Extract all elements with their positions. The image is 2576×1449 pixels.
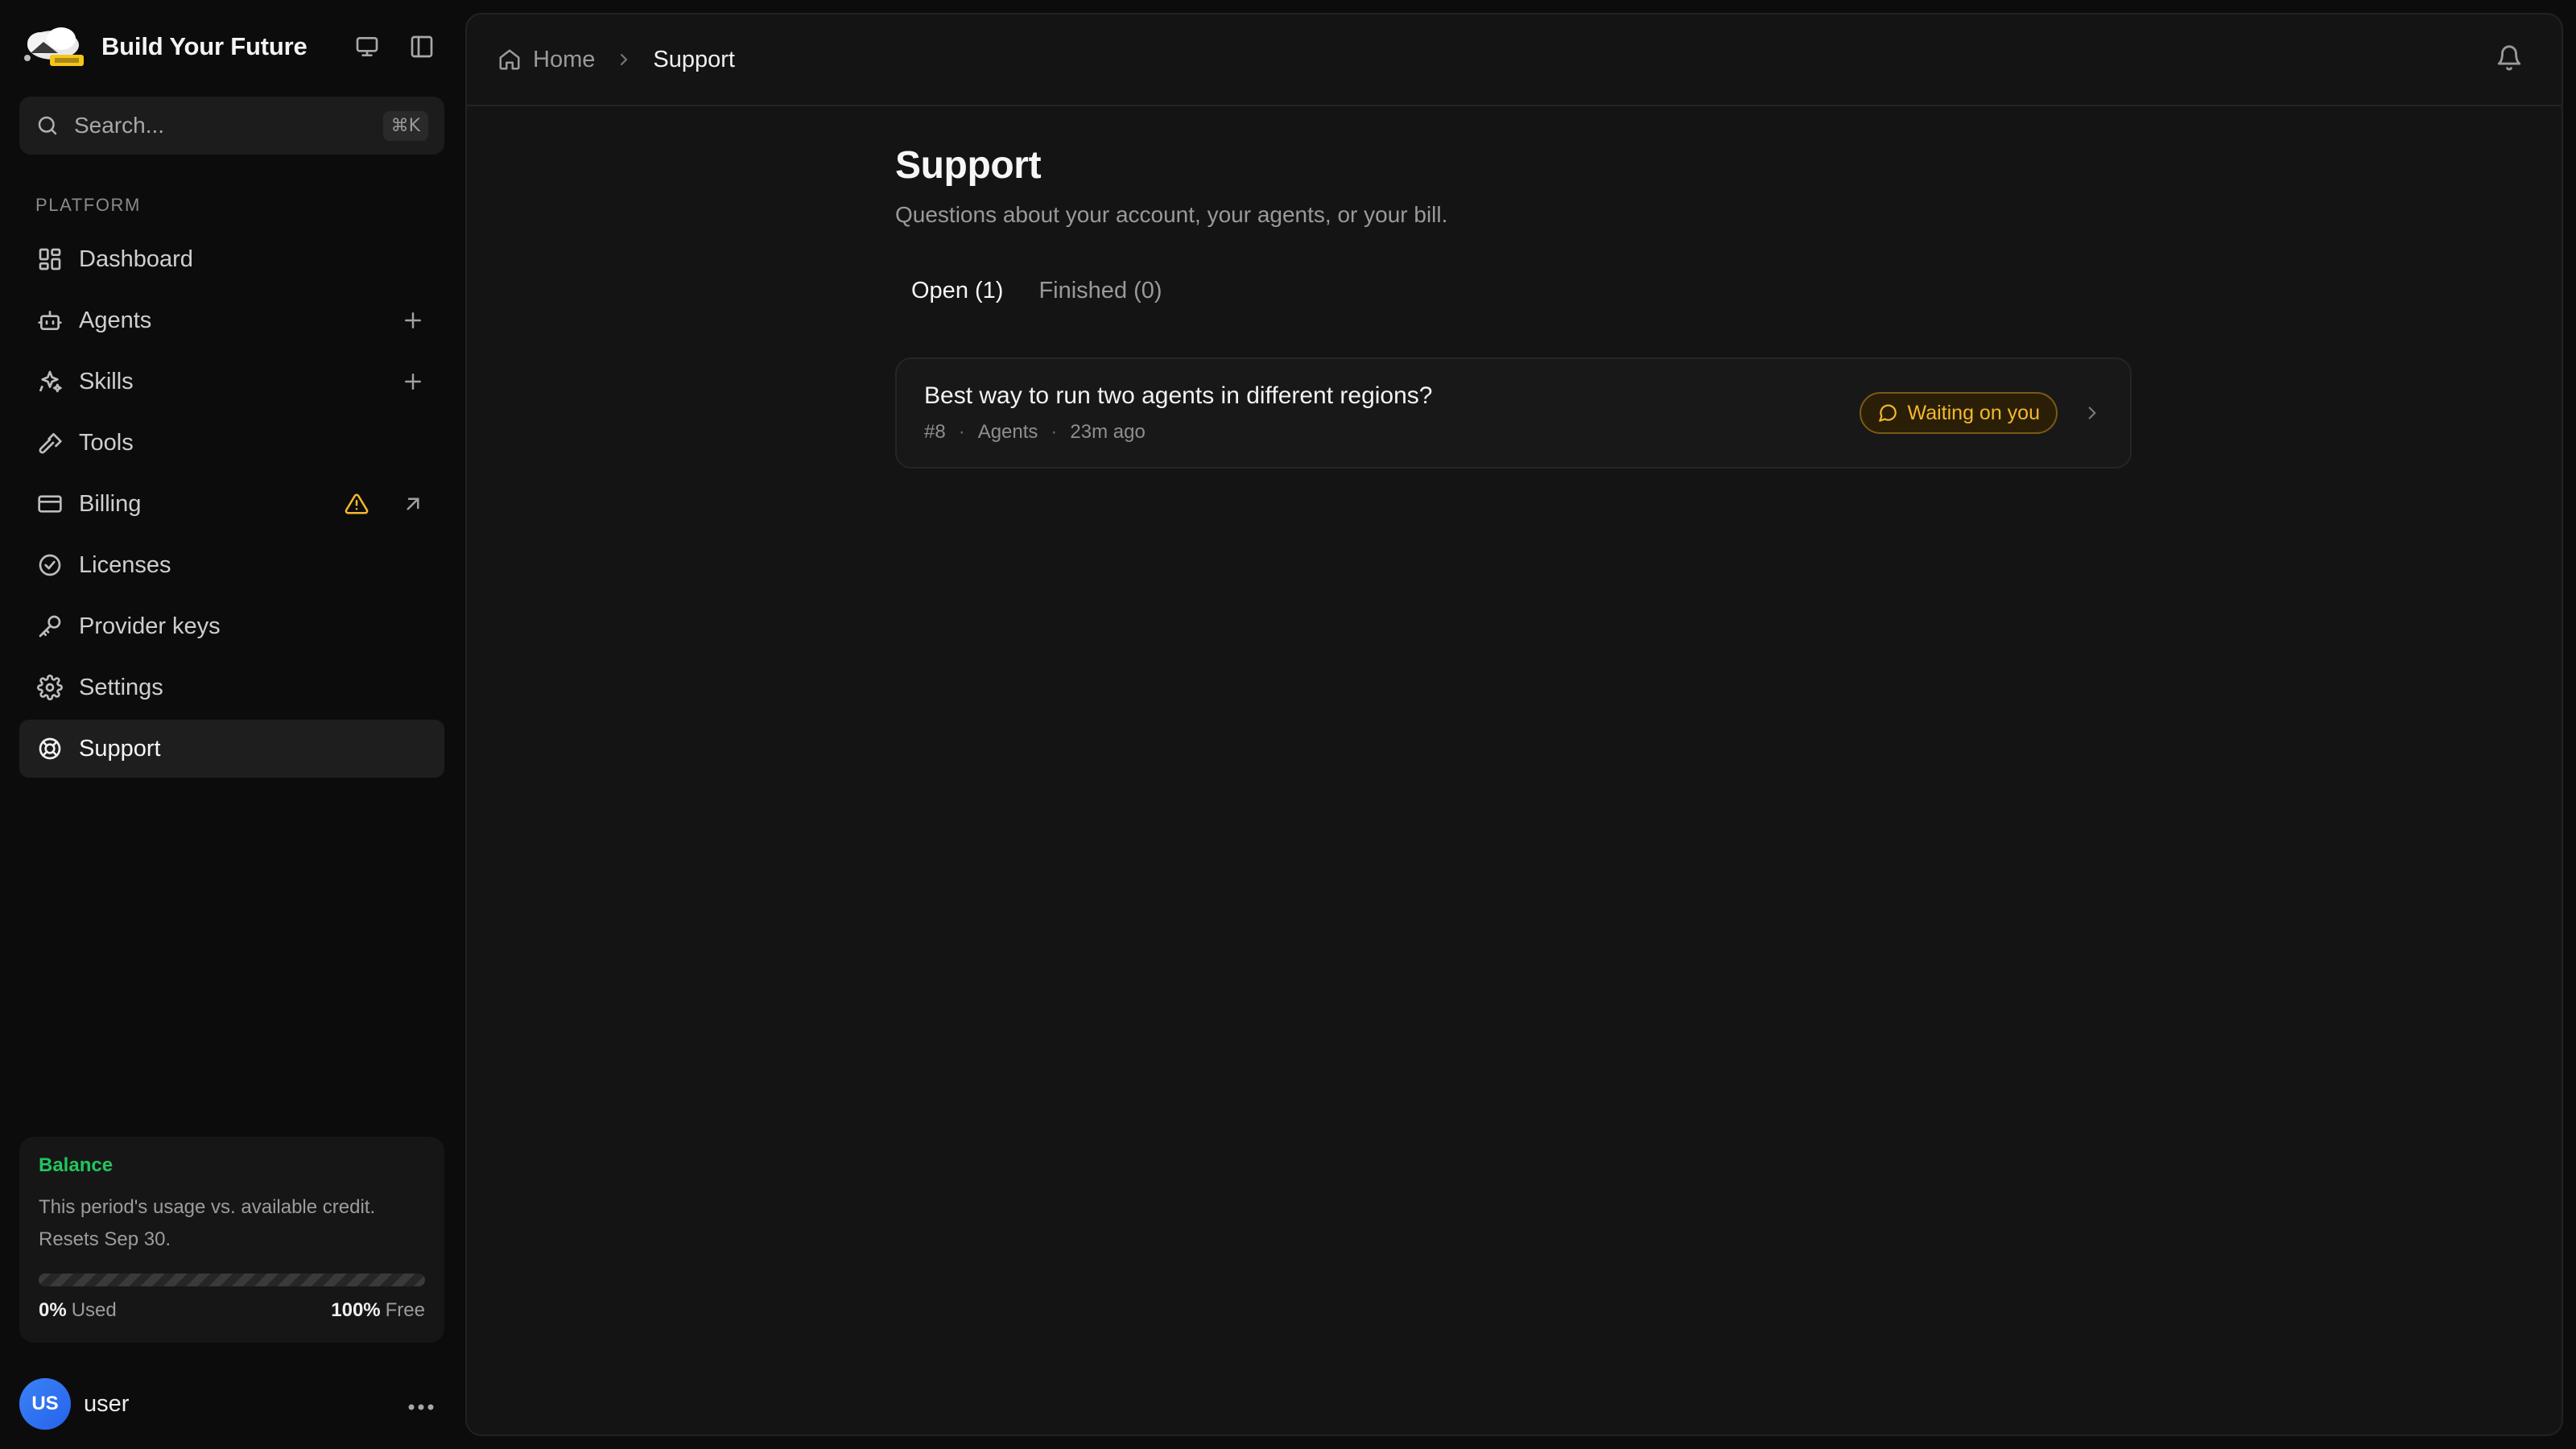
- meta-separator: ·: [958, 421, 965, 443]
- home-icon: [497, 47, 522, 72]
- sidebar-item-label: Licenses: [79, 551, 171, 578]
- sidebar-item-label: Tools: [79, 429, 134, 456]
- ticket-meta: #8 · Agents · 23m ago: [924, 421, 1432, 444]
- balance-footer: 0% Used 100% Free: [39, 1299, 425, 1322]
- ticket-time: 23m ago: [1070, 421, 1146, 443]
- breadcrumb-home[interactable]: Home: [497, 47, 595, 73]
- status-badge-label: Waiting on you: [1907, 401, 2040, 424]
- balance-used-percent: 0%: [39, 1299, 67, 1321]
- status-badge: Waiting on you: [1859, 392, 2058, 434]
- balance-description-line-2: Resets Sep 30.: [39, 1228, 171, 1250]
- sidebar-item-label: Dashboard: [79, 246, 193, 272]
- sidebar: Build Your Future Search... ⌘K PLATFORM: [0, 0, 464, 1449]
- user-menu[interactable]: US user: [19, 1377, 444, 1431]
- balance-progress-bar: [39, 1274, 425, 1286]
- balance-free-percent: 100%: [331, 1299, 381, 1321]
- balance-used: 0% Used: [39, 1299, 117, 1322]
- breadcrumb: Home Support: [497, 47, 735, 73]
- gear-icon: [35, 673, 64, 702]
- balance-free-label: Free: [385, 1299, 425, 1321]
- user-name: user: [84, 1390, 130, 1417]
- chevron-right-icon: [2082, 402, 2103, 423]
- balance-description: This period's usage vs. available credit…: [39, 1191, 425, 1256]
- sidebar-item-billing[interactable]: Billing: [19, 475, 444, 533]
- sidebar-item-label: Agents: [79, 307, 152, 333]
- search-shortcut: ⌘K: [382, 110, 428, 141]
- more-options-icon[interactable]: [407, 1391, 435, 1417]
- search-icon: [35, 114, 60, 138]
- balance-free: 100% Free: [331, 1299, 425, 1322]
- badge-check-icon: [35, 551, 64, 580]
- sidebar-item-agents[interactable]: Agents: [19, 291, 444, 349]
- hammer-icon: [35, 428, 64, 457]
- avatar: US: [19, 1378, 71, 1430]
- balance-description-line-1: This period's usage vs. available credit…: [39, 1196, 376, 1218]
- ticket-tabs: Open (1) Finished (0): [895, 278, 2132, 304]
- external-link-icon[interactable]: [401, 492, 425, 516]
- app-root: Build Your Future Search... ⌘K PLATFORM: [0, 0, 2576, 1449]
- search-placeholder: Search...: [74, 113, 165, 138]
- sidebar-item-licenses[interactable]: Licenses: [19, 536, 444, 594]
- sidebar-item-skills[interactable]: Skills: [19, 353, 444, 411]
- sidebar-nav: Dashboard Agents Skills Tools Billing Li…: [19, 230, 444, 781]
- ticket-info: Best way to run two agents in different …: [924, 382, 1432, 444]
- brand-actions: [353, 32, 436, 61]
- ticket-id: #8: [924, 421, 946, 443]
- brand-logo[interactable]: [19, 21, 87, 72]
- add-skill-icon[interactable]: [401, 369, 425, 394]
- brand-name: Build Your Future: [101, 32, 308, 60]
- warning-icon: [345, 492, 369, 516]
- sidebar-item-label: Billing: [79, 490, 142, 517]
- sidebar-item-support[interactable]: Support: [19, 720, 444, 778]
- sidebar-item-label: Skills: [79, 368, 134, 394]
- dashboard-icon: [35, 245, 64, 274]
- message-circle-icon: [1877, 402, 1898, 423]
- page-subtitle: Questions about your account, your agent…: [895, 202, 1448, 227]
- sidebar-item-provider-keys[interactable]: Provider keys: [19, 597, 444, 655]
- bell-icon[interactable]: [2496, 44, 2523, 76]
- top-bar: Home Support: [467, 14, 2562, 106]
- breadcrumb-home-label: Home: [533, 46, 596, 72]
- page-content: Support Questions about your account, yo…: [895, 143, 2132, 469]
- add-agent-icon[interactable]: [401, 308, 425, 332]
- sidebar-item-label: Settings: [79, 674, 163, 700]
- ticket-row[interactable]: Best way to run two agents in different …: [895, 357, 2132, 469]
- ticket-category: Agents: [977, 421, 1038, 443]
- credit-card-icon: [35, 489, 64, 518]
- balance-title: Balance: [39, 1154, 114, 1176]
- sidebar-item-settings[interactable]: Settings: [19, 658, 444, 716]
- sidebar-item-dashboard[interactable]: Dashboard: [19, 230, 444, 288]
- sidebar-item-label: Support: [79, 735, 161, 762]
- chevron-right-icon: [614, 50, 634, 69]
- ticket-title: Best way to run two agents in different …: [924, 382, 1433, 409]
- robot-icon: [35, 306, 64, 335]
- brand-row: Build Your Future: [19, 19, 444, 74]
- main-panel: Home Support Support Questions about you…: [465, 13, 2563, 1436]
- sidebar-toggle-icon[interactable]: [407, 32, 436, 61]
- page-title: Support: [895, 144, 1042, 187]
- tab-finished[interactable]: Finished (0): [1038, 278, 1162, 304]
- sidebar-item-tools[interactable]: Tools: [19, 414, 444, 472]
- meta-separator: ·: [1051, 421, 1058, 443]
- sidebar-item-label: Provider keys: [79, 613, 221, 639]
- monitor-icon[interactable]: [353, 32, 382, 61]
- tab-open[interactable]: Open (1): [911, 278, 1003, 304]
- section-label-platform: PLATFORM: [35, 195, 141, 215]
- sparkles-icon: [35, 367, 64, 396]
- breadcrumb-current: Support: [653, 46, 735, 72]
- key-icon: [35, 612, 64, 641]
- balance-used-label: Used: [71, 1299, 117, 1321]
- lifebuoy-icon: [35, 734, 64, 763]
- search-input[interactable]: Search... ⌘K: [19, 97, 444, 155]
- balance-card: Balance This period's usage vs. availabl…: [19, 1137, 444, 1343]
